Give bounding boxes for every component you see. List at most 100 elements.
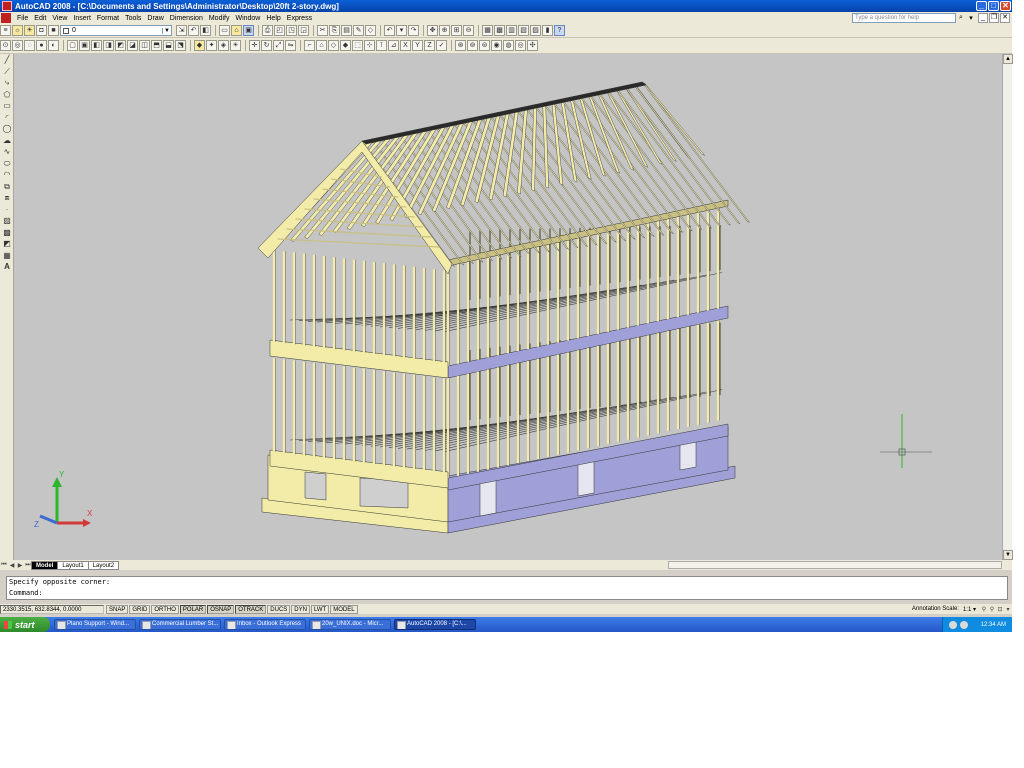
ucs-apply-icon[interactable]: ✓	[436, 40, 447, 51]
steering-wheel-icon[interactable]: ✣	[527, 40, 538, 51]
menu-insert[interactable]: Insert	[70, 15, 94, 22]
taskbar-button-autocad[interactable]: AutoCAD 2008 - [C:\...	[394, 619, 476, 630]
zoom-realtime-icon[interactable]: ⊕	[439, 25, 450, 36]
sw-iso-icon[interactable]: ◫	[139, 40, 150, 51]
chevron-down-icon[interactable]: ▾	[966, 14, 976, 22]
view-bottom-icon[interactable]: ▣	[79, 40, 90, 51]
next-tab-icon[interactable]: ▶	[16, 562, 24, 569]
free-orbit-icon[interactable]: ⊚	[467, 40, 478, 51]
menu-draw[interactable]: Draw	[144, 15, 166, 22]
scroll-down-icon[interactable]: ▼	[1003, 550, 1013, 560]
ucs-x-icon[interactable]: X	[400, 40, 411, 51]
horizontal-scrollbar[interactable]	[668, 561, 1002, 569]
plot-preview-icon[interactable]: ◰	[274, 25, 285, 36]
3d-dwf-icon[interactable]: ◲	[298, 25, 309, 36]
move-icon[interactable]: ✛	[249, 40, 260, 51]
point-icon[interactable]: ·	[1, 204, 13, 216]
ucs-object-icon[interactable]: ◇	[328, 40, 339, 51]
taskbar-button-commercial-lumber[interactable]: Commercial Lumber St...	[139, 619, 221, 630]
volume-icon[interactable]	[959, 620, 968, 629]
menu-format[interactable]: Format	[94, 15, 122, 22]
toggle-dyn[interactable]: DYN	[291, 604, 310, 614]
mirror-icon[interactable]: ⇋	[285, 40, 296, 51]
ucs-3point-icon[interactable]: ⊿	[388, 40, 399, 51]
paste-icon[interactable]: ▤	[341, 25, 352, 36]
network-icon[interactable]	[948, 620, 957, 629]
search-icon[interactable]: ⌕	[956, 14, 966, 22]
visual-style-wireframe-icon[interactable]: ⊙	[0, 40, 11, 51]
realistic-icon[interactable]: ●	[36, 40, 47, 51]
document-icon[interactable]	[1, 13, 11, 23]
chevron-down-icon[interactable]: ▾	[396, 25, 407, 36]
menu-modify[interactable]: Modify	[206, 15, 233, 22]
taskbar-button-plano-support[interactable]: Plano Support - Wind...	[54, 619, 136, 630]
menu-tools[interactable]: Tools	[122, 15, 144, 22]
menu-edit[interactable]: Edit	[31, 15, 49, 22]
multiline-text-icon[interactable]: A	[1, 261, 13, 273]
help-search-input[interactable]: Type a question for help	[852, 13, 956, 23]
rotate-icon[interactable]: ↻	[261, 40, 272, 51]
taskbar-button-outlook-express[interactable]: Inbox - Outlook Express	[224, 619, 306, 630]
ucs-view-icon[interactable]: ⬚	[352, 40, 363, 51]
menu-express[interactable]: Express	[284, 15, 315, 22]
coordinate-readout[interactable]: 2330.3515, 632.8344, 0.0000	[0, 604, 104, 614]
redo-icon[interactable]: ↷	[408, 25, 419, 36]
design-center-icon[interactable]: ▩	[494, 25, 505, 36]
layer-manager-icon[interactable]: ≡	[0, 25, 11, 36]
prev-tab-icon[interactable]: ◀	[8, 562, 16, 569]
annotation-visibility-icon[interactable]: ⚲	[980, 606, 988, 613]
sheet-set-icon[interactable]: ▧	[518, 25, 529, 36]
se-iso-icon[interactable]: ⬒	[151, 40, 162, 51]
print-icon[interactable]: ⎙	[262, 25, 273, 36]
fly-icon[interactable]: ◎	[515, 40, 526, 51]
cut-icon[interactable]: ✂	[317, 25, 328, 36]
visual-style-3d-icon[interactable]: ◎	[12, 40, 23, 51]
toggle-ducs[interactable]: DUCS	[267, 604, 291, 614]
block-editor-icon[interactable]: ◇	[365, 25, 376, 36]
tab-layout2[interactable]: Layout2	[87, 560, 120, 570]
revision-cloud-icon[interactable]: ☁	[1, 135, 13, 147]
view-right-icon[interactable]: ◨	[103, 40, 114, 51]
construction-line-icon[interactable]: ⟋	[1, 66, 13, 78]
calculator-icon[interactable]: ▮	[542, 25, 553, 36]
layer-freeze-icon[interactable]: ☀	[24, 25, 35, 36]
view-back-icon[interactable]: ◪	[127, 40, 138, 51]
layer-color-icon[interactable]: ■	[48, 25, 59, 36]
hide-icon[interactable]: ◌	[24, 40, 35, 51]
view-front-icon[interactable]: ◩	[115, 40, 126, 51]
auto-scale-icon[interactable]: ⚲	[988, 606, 996, 613]
annotation-scale-dropdown[interactable]: 1:1 ▾	[963, 606, 976, 613]
ucs-origin-icon[interactable]: ⊹	[364, 40, 375, 51]
layer-states-icon[interactable]: ◧	[200, 25, 211, 36]
status-menu-icon[interactable]: ▾	[1004, 606, 1012, 613]
menu-help[interactable]: Help	[263, 15, 283, 22]
menu-window[interactable]: Window	[232, 15, 263, 22]
materials-icon[interactable]: ◈	[218, 40, 229, 51]
copy-icon[interactable]: ⎘	[329, 25, 340, 36]
ucs-z-icon[interactable]: Z	[424, 40, 435, 51]
clock[interactable]: 12:34 AM	[981, 622, 1006, 628]
match-properties-icon[interactable]: ✎	[353, 25, 364, 36]
lock-icon[interactable]: ⊡	[996, 606, 1004, 613]
walk-icon[interactable]: ◍	[503, 40, 514, 51]
tab-model[interactable]: Model	[31, 560, 59, 570]
ne-iso-icon[interactable]: ⬓	[163, 40, 174, 51]
spline-icon[interactable]: ∿	[1, 146, 13, 158]
ucs-world-icon[interactable]: ⌂	[316, 40, 327, 51]
ucs-y-icon[interactable]: Y	[412, 40, 423, 51]
zoom-window-icon[interactable]: ⊞	[451, 25, 462, 36]
pan-icon[interactable]: ✥	[427, 25, 438, 36]
menu-view[interactable]: View	[49, 15, 70, 22]
insert-block-icon[interactable]: ⧉	[1, 181, 13, 193]
toggle-otrack[interactable]: OTRACK	[235, 604, 267, 614]
publish-icon[interactable]: ◳	[286, 25, 297, 36]
make-object-layer-current-icon[interactable]: ⇲	[176, 25, 187, 36]
open-file-icon[interactable]: ⌂	[231, 25, 242, 36]
lights-icon[interactable]: ✦	[206, 40, 217, 51]
save-icon[interactable]: ▣	[243, 25, 254, 36]
menu-file[interactable]: File	[14, 15, 31, 22]
toggle-lwt[interactable]: LWT	[310, 604, 330, 614]
conceptual-icon[interactable]: ◐	[48, 40, 59, 51]
menu-dimension[interactable]: Dimension	[167, 15, 206, 22]
new-file-icon[interactable]: ▭	[219, 25, 230, 36]
